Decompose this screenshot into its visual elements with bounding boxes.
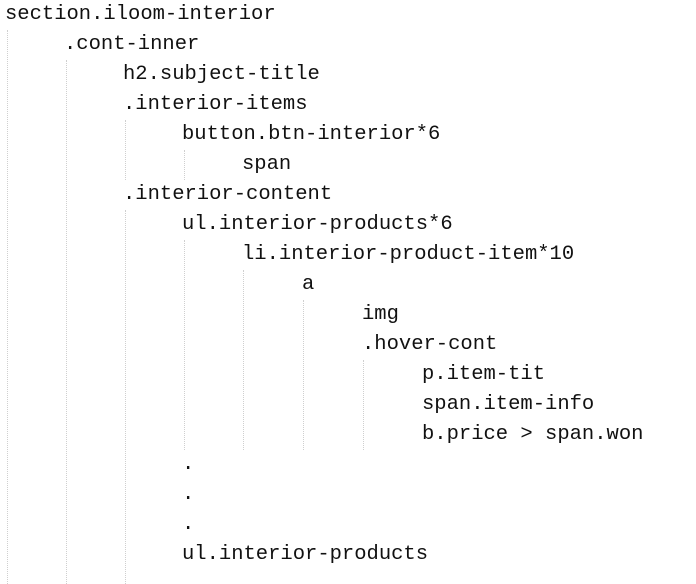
code-line-cont-inner: .cont-inner	[64, 33, 200, 56]
code-line-product-item: li.interior-product-item*10	[242, 243, 575, 266]
code-line-btn-interior: button.btn-interior*6	[182, 123, 441, 146]
code-line-interior-content: .interior-content	[123, 183, 333, 206]
indent-guide-button-block	[184, 150, 185, 180]
code-line-anchor: a	[302, 273, 315, 296]
indent-guide-level-1	[7, 30, 8, 584]
code-structure-tree: section.iloom-interior .cont-inner h2.su…	[0, 0, 696, 584]
code-line-section: section.iloom-interior	[5, 3, 276, 26]
indent-guide-link-block	[303, 300, 304, 450]
code-line-interior-items: .interior-items	[123, 93, 308, 116]
code-line-ellipsis-1: .	[182, 453, 195, 476]
indent-guide-level-2	[66, 60, 67, 584]
indent-guide-products-block	[184, 240, 185, 450]
code-line-item-info: span.item-info	[422, 393, 595, 416]
code-line-img: img	[362, 303, 399, 326]
code-line-item-tit: p.item-tit	[422, 363, 546, 386]
code-line-ellipsis-3: .	[182, 513, 195, 536]
indent-guide-item-block	[243, 270, 244, 450]
indent-guide-hover-block	[363, 360, 364, 450]
code-line-span: span	[242, 153, 292, 176]
code-line-interior-products: ul.interior-products*6	[182, 213, 453, 236]
code-line-subject-title: h2.subject-title	[123, 63, 320, 86]
indent-guide-items-block	[125, 120, 126, 180]
code-line-hover-cont: .hover-cont	[362, 333, 498, 356]
indent-guide-content-block	[125, 210, 126, 584]
code-line-price: b.price > span.won	[422, 423, 644, 446]
code-line-ellipsis-2: .	[182, 483, 195, 506]
code-line-interior-products-last: ul.interior-products	[182, 543, 429, 566]
